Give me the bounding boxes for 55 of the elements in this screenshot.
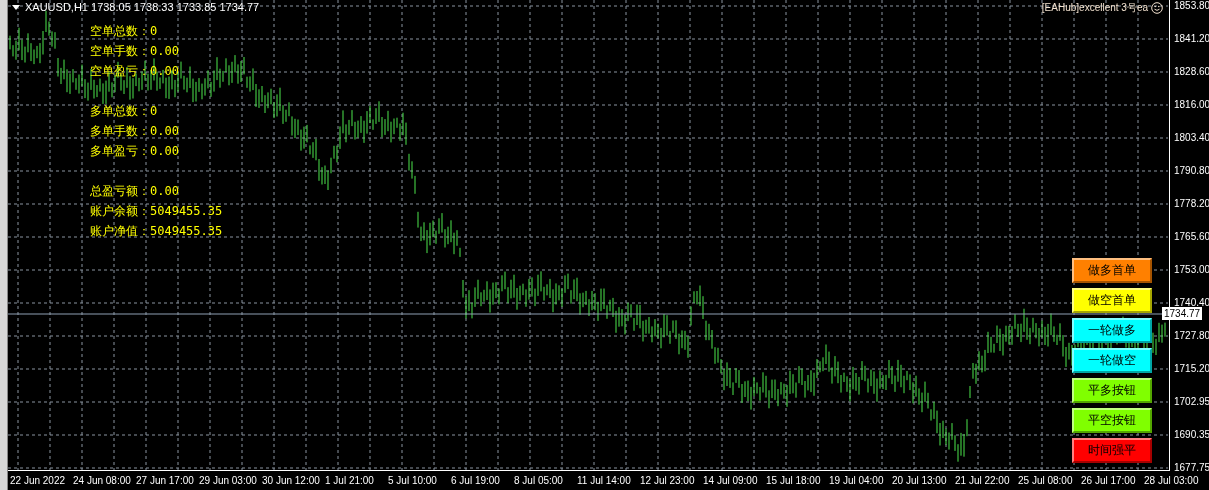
trade-button[interactable]: 一轮做空 xyxy=(1072,348,1152,373)
stat-line: 账户余额：5049455.35 xyxy=(90,203,223,220)
dropdown-icon[interactable] xyxy=(12,4,20,10)
time-label: 1 Jul 21:00 xyxy=(325,474,375,488)
time-label: 6 Jul 19:00 xyxy=(451,474,501,488)
price-label: 1853.80 xyxy=(1173,0,1209,12)
time-label: 25 Jul 08:00 xyxy=(1018,474,1074,488)
time-label: 26 Jul 17:00 xyxy=(1081,474,1137,488)
stat-line: 账户净值：5049455.35 xyxy=(90,223,223,240)
time-label: 12 Jul 23:00 xyxy=(640,474,696,488)
chart-title: XAUUSD,H1 1738.05 1738.33 1733.85 1734.77 xyxy=(25,1,260,13)
current-price-label: 1734.77 xyxy=(1162,307,1203,320)
trade-button[interactable]: 一轮做多 xyxy=(1072,318,1152,343)
stat-line: 空单总数：0 xyxy=(90,23,159,40)
time-label: 8 Jul 05:00 xyxy=(514,474,564,488)
time-label: 15 Jul 18:00 xyxy=(766,474,822,488)
time-label: 20 Jul 13:00 xyxy=(892,474,948,488)
time-label: 30 Jun 12:00 xyxy=(262,474,321,488)
price-label: 1841.20 xyxy=(1173,33,1209,45)
time-label: 21 Jul 22:00 xyxy=(955,474,1011,488)
smiley-icon xyxy=(1151,2,1163,14)
time-label: 5 Jul 10:00 xyxy=(388,474,438,488)
price-label: 1790.80 xyxy=(1173,165,1209,177)
stat-line: 空单盈亏：0.00 xyxy=(90,63,180,80)
trade-button[interactable]: 平多按钮 xyxy=(1072,378,1152,403)
time-label: 14 Jul 09:00 xyxy=(703,474,759,488)
time-label: 11 Jul 14:00 xyxy=(577,474,632,488)
price-label: 1816.00 xyxy=(1173,99,1209,111)
stat-line: 多单盈亏：0.00 xyxy=(90,143,180,160)
price-label: 1803.40 xyxy=(1173,132,1209,144)
price-label: 1727.80 xyxy=(1173,330,1209,342)
price-label: 1765.60 xyxy=(1173,231,1209,243)
trade-button[interactable]: 时间强平 xyxy=(1072,438,1152,463)
time-label: 22 Jun 2022 xyxy=(10,474,67,488)
price-label: 1690.35 xyxy=(1173,429,1209,441)
time-label: 19 Jul 04:00 xyxy=(829,474,885,488)
price-label: 1753.00 xyxy=(1173,264,1209,276)
time-label: 27 Jun 17:00 xyxy=(136,474,195,488)
stat-line: 总盈亏额：0.00 xyxy=(90,183,180,200)
price-label: 1715.20 xyxy=(1173,363,1209,375)
expert-label: [EAHub]excellent 3号ea xyxy=(1041,1,1148,15)
stat-line: 空单手数：0.00 xyxy=(90,43,180,60)
trade-button[interactable]: 做多首单 xyxy=(1072,258,1152,283)
price-label: 1677.75 xyxy=(1173,462,1209,474)
stat-line: 多单手数：0.00 xyxy=(90,123,180,140)
price-label: 1702.95 xyxy=(1173,396,1209,408)
time-label: 24 Jun 08:00 xyxy=(73,474,132,488)
trade-button[interactable]: 做空首单 xyxy=(1072,288,1152,313)
price-label: 1828.60 xyxy=(1173,66,1209,78)
price-label: 1778.20 xyxy=(1173,198,1209,210)
stat-line: 多单总数：0 xyxy=(90,103,159,120)
time-label: 28 Jul 03:00 xyxy=(1144,474,1200,488)
price-label: 1740.40 xyxy=(1173,297,1209,309)
trade-button[interactable]: 平空按钮 xyxy=(1072,408,1152,433)
time-label: 29 Jun 03:00 xyxy=(199,474,258,488)
